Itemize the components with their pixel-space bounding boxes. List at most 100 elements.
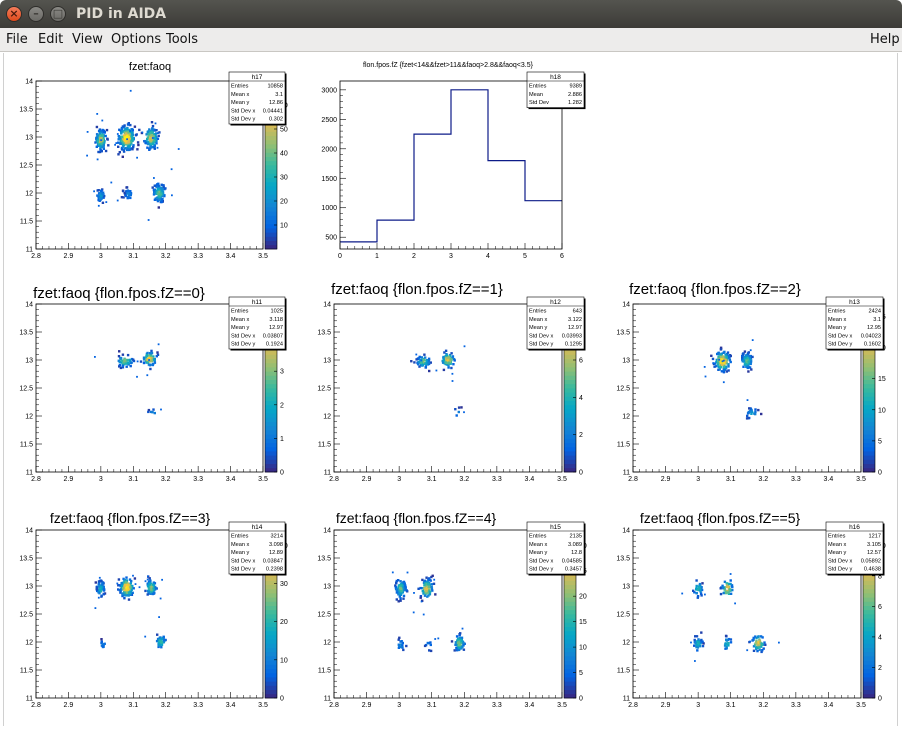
heatmap-bin bbox=[418, 365, 421, 368]
root-canvas[interactable]: fzet:faoq1020304050602.82.933.13.23.33.4… bbox=[0, 53, 902, 729]
heatmap-bin bbox=[100, 595, 103, 598]
palette-step bbox=[265, 635, 277, 640]
heatmap-bin bbox=[724, 634, 728, 638]
heatmap-bin bbox=[704, 375, 707, 378]
heatmap-bin bbox=[745, 417, 749, 420]
heatmap-bin bbox=[451, 355, 455, 358]
heatmap-bin bbox=[153, 198, 157, 201]
pad-h13: fzet:faoq {flon.fpos.fZ==2}05101520252.8… bbox=[616, 281, 886, 483]
heatmap-bin bbox=[125, 576, 128, 579]
stats-value: 3.122 bbox=[568, 317, 582, 323]
palette-tick-label: 0 bbox=[878, 696, 882, 703]
heatmap-bin bbox=[704, 593, 706, 596]
canvas-plots[interactable]: fzet:faoq1020304050602.82.933.13.23.33.4… bbox=[0, 53, 902, 729]
palette-step bbox=[863, 668, 875, 674]
stats-label: Mean y bbox=[828, 550, 847, 556]
palette-step bbox=[265, 160, 277, 166]
menu-options[interactable]: Options bbox=[111, 32, 161, 47]
heatmap-bin bbox=[719, 587, 722, 590]
menu-edit[interactable]: Edit bbox=[38, 32, 63, 47]
heatmap-bin bbox=[102, 593, 105, 596]
heatmap-bin bbox=[693, 638, 696, 642]
palette-step bbox=[564, 350, 576, 355]
palette-step bbox=[564, 400, 576, 406]
pad-h15: fzet:faoq {flon.fpos.fZ==4}0510152025302… bbox=[317, 510, 587, 709]
heatmap-bin bbox=[432, 582, 436, 585]
stats-label: Entries bbox=[529, 309, 547, 315]
heatmap-bin bbox=[778, 641, 780, 644]
heatmap-bin bbox=[397, 643, 400, 646]
palette-step bbox=[564, 656, 576, 661]
stats-value: 643 bbox=[573, 309, 582, 315]
heatmap-bin bbox=[130, 138, 134, 142]
heatmap-bin bbox=[97, 150, 100, 154]
palette-step bbox=[564, 614, 576, 619]
maximize-window-button[interactable]: □ bbox=[50, 6, 66, 22]
palette-step bbox=[863, 672, 875, 678]
x-tick-label: 3.2 bbox=[161, 476, 171, 483]
palette-step bbox=[265, 438, 277, 443]
stats-value: 0.1924 bbox=[266, 342, 283, 348]
heatmap-bin bbox=[163, 639, 166, 642]
palette-step bbox=[564, 672, 576, 678]
y-tick-label: 13 bbox=[25, 584, 33, 591]
menu-help[interactable]: Help bbox=[870, 32, 900, 47]
stats-label: Std Dev y bbox=[231, 342, 255, 348]
heatmap-bin bbox=[413, 361, 416, 364]
stats-box: h12Entries 643 Mean x 3.122 Mean y 12.97 Std D… bbox=[526, 296, 586, 351]
heatmap-bins bbox=[410, 345, 466, 417]
stats-value: 2.886 bbox=[568, 92, 582, 98]
heatmap-bin bbox=[698, 582, 702, 586]
heatmap-bin bbox=[402, 597, 405, 600]
heatmap-bin bbox=[118, 364, 122, 367]
heatmap-bin bbox=[170, 168, 173, 171]
heatmap-bin bbox=[123, 358, 126, 361]
heatmap-bin bbox=[757, 408, 760, 412]
minimize-window-button[interactable]: – bbox=[28, 6, 44, 22]
palette-step bbox=[564, 430, 576, 435]
heatmap-bin bbox=[696, 595, 700, 598]
heatmap-bin bbox=[746, 366, 750, 370]
stats-label: Entries bbox=[529, 84, 547, 90]
close-window-button[interactable]: × bbox=[6, 6, 22, 22]
heatmap-bin bbox=[145, 354, 149, 357]
heatmap-bin bbox=[96, 134, 100, 137]
heatmap-bin bbox=[725, 370, 728, 373]
heatmap-bins bbox=[681, 573, 780, 662]
stats-label: Entries bbox=[231, 309, 249, 315]
y-tick-label: 11.5 bbox=[20, 219, 33, 226]
heatmap-bin bbox=[124, 594, 127, 597]
palette-step bbox=[265, 202, 277, 208]
heatmap-bin bbox=[430, 583, 434, 586]
heatmap-bin bbox=[156, 633, 159, 636]
palette-step bbox=[863, 664, 875, 669]
x-tick-label: 3.5 bbox=[258, 253, 268, 260]
x-tick-label: 3.2 bbox=[758, 476, 768, 483]
menu-file[interactable]: File bbox=[6, 32, 28, 47]
heatmap-bin bbox=[748, 407, 751, 410]
palette-step bbox=[564, 618, 576, 623]
heatmap-bin bbox=[151, 142, 155, 145]
heatmap-bin bbox=[746, 352, 750, 355]
heatmap-bin bbox=[154, 137, 157, 140]
heatmap-bin bbox=[126, 359, 129, 362]
heatmap-bin bbox=[395, 581, 398, 585]
heatmap-bin bbox=[160, 637, 163, 640]
palette-step bbox=[564, 421, 576, 427]
heatmap-bin bbox=[698, 587, 701, 590]
heatmap-bin bbox=[420, 359, 423, 362]
menu-tools[interactable]: Tools bbox=[166, 32, 198, 47]
y-tick-label: 12 bbox=[622, 414, 630, 421]
menu-view[interactable]: View bbox=[72, 32, 103, 47]
heatmap-bin bbox=[442, 356, 445, 359]
palette-step bbox=[265, 588, 277, 594]
stats-label: Mean y bbox=[828, 325, 847, 331]
heatmap-bin bbox=[120, 582, 123, 585]
close-icon: × bbox=[9, 7, 19, 20]
heatmap-bin bbox=[124, 194, 128, 198]
heatmap-bin bbox=[717, 352, 720, 355]
palette-tick-label: 1 bbox=[280, 436, 284, 443]
heatmap-bin bbox=[149, 138, 152, 141]
heatmap-bin bbox=[95, 145, 98, 148]
heatmap-bin bbox=[121, 130, 124, 133]
